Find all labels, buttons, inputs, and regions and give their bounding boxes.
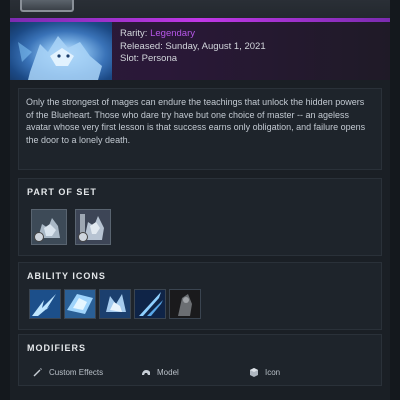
animal-icon bbox=[142, 370, 150, 375]
modifier-label: Model bbox=[157, 367, 179, 377]
modifiers-panel: MODIFIERS Custom Effects Model Icon bbox=[18, 334, 382, 386]
ability-icon-1[interactable] bbox=[29, 289, 61, 319]
rarity-value: Legendary bbox=[150, 28, 195, 39]
modifier-label: Icon bbox=[265, 367, 281, 377]
right-edge bbox=[390, 0, 400, 400]
dark-ability-icon bbox=[170, 290, 200, 318]
modifier-icon: Icon bbox=[249, 367, 280, 377]
item-meta: Rarity: Legendary Released: Sunday, Augu… bbox=[120, 28, 266, 66]
top-thumbnail[interactable] bbox=[20, 0, 74, 12]
part-of-set-title: PART OF SET bbox=[27, 187, 97, 197]
ice-shard-icon bbox=[30, 290, 60, 318]
set-item-badge bbox=[34, 232, 44, 242]
modifiers-title: MODIFIERS bbox=[27, 343, 87, 353]
modifier-model: Model bbox=[141, 367, 179, 377]
modifier-custom-effects: Custom Effects bbox=[33, 367, 103, 377]
wolf-portrait-icon bbox=[18, 36, 102, 80]
slot: Slot: Persona bbox=[120, 53, 178, 64]
ability-icons-panel: ABILITY ICONS bbox=[18, 262, 382, 330]
cube-icon bbox=[250, 368, 258, 377]
ability-icon-2[interactable] bbox=[64, 289, 96, 319]
set-item-1[interactable] bbox=[31, 209, 67, 245]
release-date: Released: Sunday, August 1, 2021 bbox=[120, 40, 266, 52]
rarity-label: Rarity: bbox=[120, 28, 148, 39]
set-item-2[interactable] bbox=[75, 209, 111, 245]
ability-icon-5[interactable] bbox=[169, 289, 201, 319]
ability-icons-title: ABILITY ICONS bbox=[27, 271, 106, 281]
description-text: Only the strongest of mages can endure t… bbox=[26, 97, 366, 145]
ice-streak-icon bbox=[135, 290, 165, 318]
set-item-badge bbox=[78, 232, 88, 242]
rarity-row: Rarity: Legendary bbox=[120, 28, 266, 41]
modifier-label: Custom Effects bbox=[49, 367, 104, 377]
hero-portrait bbox=[10, 22, 112, 80]
wand-icon bbox=[33, 368, 42, 377]
ability-icon-3[interactable] bbox=[99, 289, 131, 319]
ice-shard-icon bbox=[65, 290, 95, 318]
ice-crystal-icon bbox=[100, 290, 130, 318]
ability-icon-4[interactable] bbox=[134, 289, 166, 319]
part-of-set-panel: PART OF SET bbox=[18, 178, 382, 256]
